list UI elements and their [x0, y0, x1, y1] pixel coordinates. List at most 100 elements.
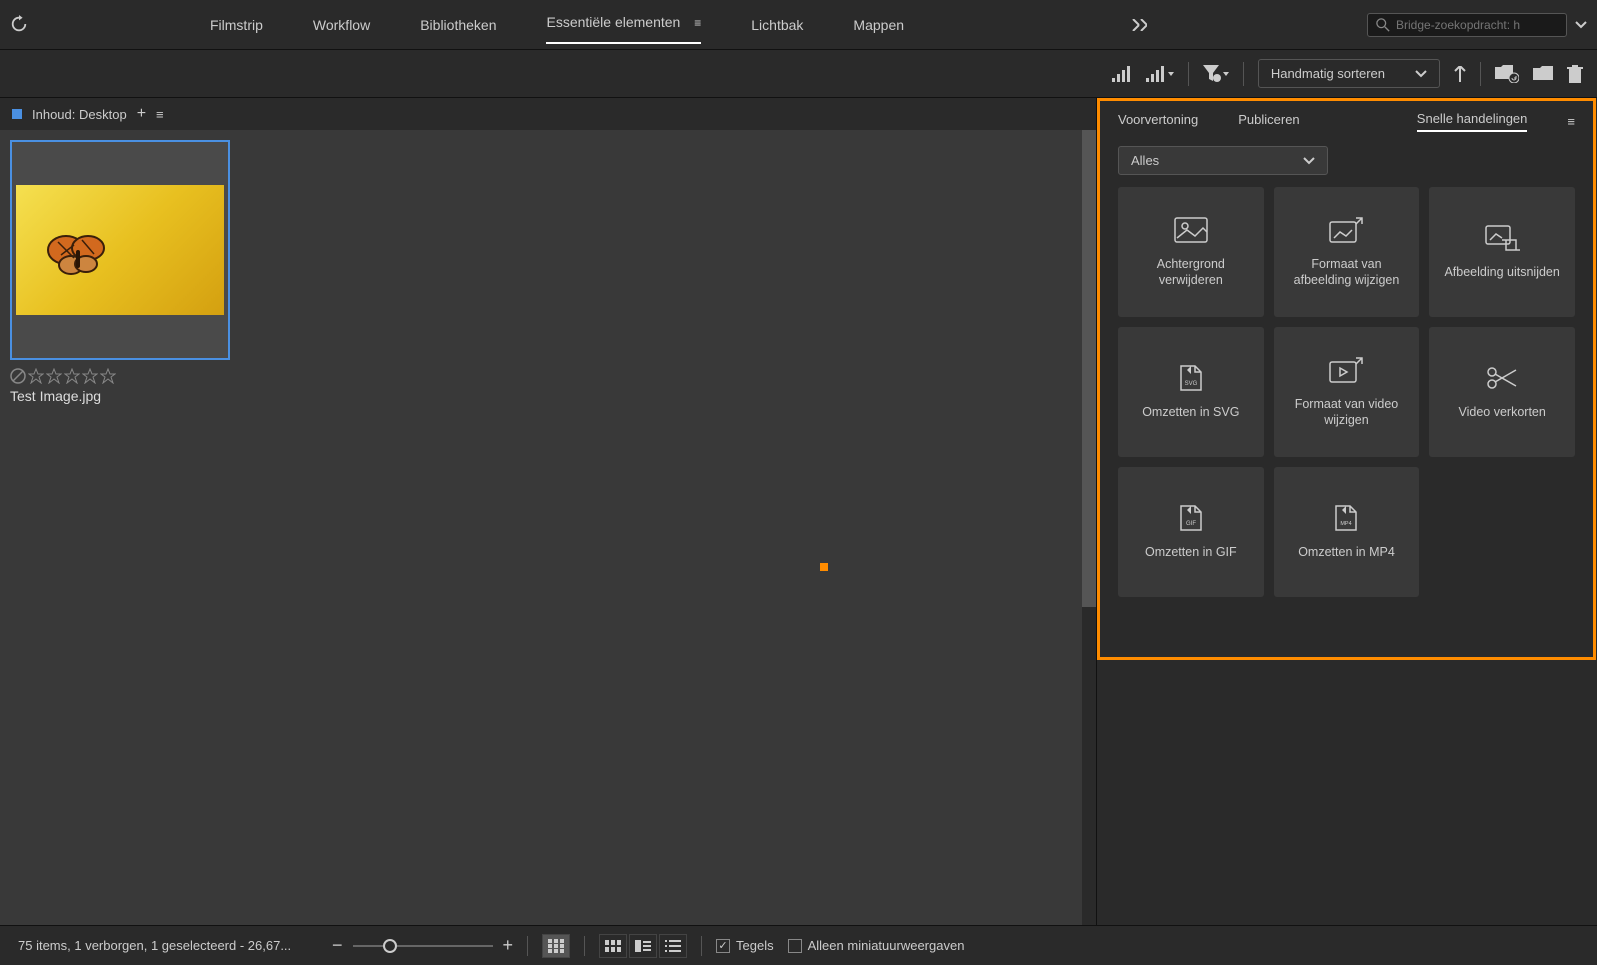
- star-icon[interactable]: [46, 368, 62, 384]
- thumbnail-frame: [10, 140, 230, 360]
- content-panel: Inhoud: Desktop + ≡: [0, 98, 1097, 925]
- search-icon: [1376, 18, 1390, 32]
- chevron-down-icon: [1303, 157, 1315, 165]
- tab-essentials-label: Essentiële elementen: [546, 14, 680, 30]
- footer-status: 75 items, 1 verborgen, 1 geselecteerd - …: [18, 938, 318, 953]
- tiles-label: Tegels: [736, 938, 774, 953]
- bg-remove-icon: [1173, 216, 1209, 244]
- svg-text:SVG: SVG: [1184, 381, 1197, 387]
- rating-filter-dropdown-icon[interactable]: [1146, 66, 1174, 82]
- expand-icon[interactable]: [1129, 19, 1147, 31]
- view-mode-buttons-2: [599, 934, 687, 958]
- checkbox-icon: [716, 939, 730, 953]
- zoom-in-icon[interactable]: +: [503, 935, 514, 956]
- trash-icon[interactable]: [1567, 65, 1583, 83]
- svg-text:MP4: MP4: [1341, 521, 1352, 527]
- action-remove-background[interactable]: Achtergrond verwijderen: [1118, 187, 1264, 317]
- side-panel-menu-icon[interactable]: ≡: [1567, 114, 1575, 129]
- divider: [584, 936, 585, 956]
- tab-publish[interactable]: Publiceren: [1238, 112, 1299, 131]
- tab-lightbox[interactable]: Lichtbak: [751, 9, 803, 41]
- chevron-down-icon: [1415, 70, 1427, 78]
- thumbnails-only-checkbox[interactable]: Alleen miniatuurweergaven: [788, 938, 965, 953]
- thumbnail-item[interactable]: Test Image.jpg: [10, 140, 230, 404]
- tab-menu-icon[interactable]: ≡: [694, 16, 701, 30]
- zoom-slider[interactable]: − +: [332, 935, 513, 956]
- tab-libraries[interactable]: Bibliotheken: [420, 9, 496, 41]
- img-resize-icon: [1328, 216, 1364, 244]
- view-mode-buttons: [542, 934, 570, 958]
- view-grid-icon[interactable]: [599, 934, 627, 958]
- action-resize-image[interactable]: Formaat van afbeelding wijzigen: [1274, 187, 1420, 317]
- quick-actions-highlight: Voorvertoning Publiceren Snelle handelin…: [1097, 98, 1596, 660]
- search-input[interactable]: [1396, 18, 1558, 32]
- rating-row[interactable]: [10, 368, 230, 384]
- star-icon[interactable]: [64, 368, 80, 384]
- tab-essentials[interactable]: Essentiële elementen ≡: [546, 6, 701, 44]
- tiles-checkbox[interactable]: Tegels: [716, 938, 774, 953]
- thumbnail-filename: Test Image.jpg: [10, 388, 230, 404]
- top-nav-bar: Filmstrip Workflow Bibliotheken Essentië…: [0, 0, 1597, 50]
- butterfly-graphic: [46, 230, 116, 280]
- star-icon[interactable]: [28, 368, 44, 384]
- slider-track[interactable]: [353, 945, 493, 947]
- to-mp4-icon: MP4: [1328, 504, 1364, 532]
- refresh-icon[interactable]: [10, 15, 30, 35]
- action-convert-gif[interactable]: GIF Omzetten in GIF: [1118, 467, 1264, 597]
- action-label: Afbeelding uitsnijden: [1444, 264, 1559, 280]
- tab-preview[interactable]: Voorvertoning: [1118, 112, 1198, 131]
- rating-filter-icon[interactable]: [1112, 66, 1132, 82]
- action-convert-svg[interactable]: SVG Omzetten in SVG: [1118, 327, 1264, 457]
- filter-icon[interactable]: [1203, 65, 1229, 83]
- side-tabs: Voorvertoning Publiceren Snelle handelin…: [1100, 101, 1593, 142]
- content-body[interactable]: Test Image.jpg: [0, 130, 1096, 925]
- open-folder-icon[interactable]: [1533, 66, 1553, 82]
- cancel-icon[interactable]: [10, 368, 26, 384]
- vid-resize-icon: [1328, 356, 1364, 384]
- marker: [820, 563, 828, 571]
- tab-quick-actions[interactable]: Snelle handelingen: [1417, 111, 1528, 132]
- search-wrap: [1367, 13, 1587, 37]
- content-header-label: Inhoud: Desktop: [32, 107, 127, 122]
- sort-dropdown[interactable]: Handmatig sorteren: [1258, 59, 1440, 88]
- slider-handle[interactable]: [383, 939, 397, 953]
- quick-actions-filter[interactable]: Alles: [1118, 146, 1328, 175]
- main-area: Inhoud: Desktop + ≡: [0, 98, 1597, 925]
- divider: [701, 936, 702, 956]
- sort-direction-icon[interactable]: [1454, 66, 1466, 82]
- filter-value: Alles: [1131, 153, 1159, 168]
- view-list-icon[interactable]: [659, 934, 687, 958]
- action-label: Formaat van afbeelding wijzigen: [1284, 256, 1410, 289]
- vid-trim-icon: [1484, 364, 1520, 392]
- scrollbar-handle[interactable]: [1082, 130, 1096, 607]
- add-icon[interactable]: +: [137, 105, 146, 123]
- zoom-out-icon[interactable]: −: [332, 935, 343, 956]
- thumbnails-only-label: Alleen miniatuurweergaven: [808, 938, 965, 953]
- action-resize-video[interactable]: Formaat van video wijzigen: [1274, 327, 1420, 457]
- quick-actions-grid: Achtergrond verwijderen Formaat van afbe…: [1100, 187, 1593, 597]
- search-dropdown-icon[interactable]: [1575, 21, 1587, 29]
- checkbox-icon: [788, 939, 802, 953]
- search-box[interactable]: [1367, 13, 1567, 37]
- view-grid-locked-icon[interactable]: [542, 934, 570, 958]
- star-icon[interactable]: [100, 368, 116, 384]
- action-label: Achtergrond verwijderen: [1128, 256, 1254, 289]
- divider: [1480, 62, 1481, 86]
- action-convert-mp4[interactable]: MP4 Omzetten in MP4: [1274, 467, 1420, 597]
- view-details-icon[interactable]: [629, 934, 657, 958]
- tab-folders[interactable]: Mappen: [853, 9, 904, 41]
- panel-menu-icon[interactable]: ≡: [156, 107, 164, 122]
- divider: [1188, 62, 1189, 86]
- action-trim-video[interactable]: Video verkorten: [1429, 327, 1575, 457]
- sort-label: Handmatig sorteren: [1271, 66, 1385, 81]
- divider: [1243, 62, 1244, 86]
- to-gif-icon: GIF: [1173, 504, 1209, 532]
- scrollbar[interactable]: [1082, 130, 1096, 925]
- img-crop-icon: [1484, 224, 1520, 252]
- tab-filmstrip[interactable]: Filmstrip: [210, 9, 263, 41]
- new-folder-icon[interactable]: [1495, 65, 1519, 83]
- action-crop-image[interactable]: Afbeelding uitsnijden: [1429, 187, 1575, 317]
- tab-workflow[interactable]: Workflow: [313, 9, 370, 41]
- svg-text:GIF: GIF: [1186, 521, 1196, 527]
- star-icon[interactable]: [82, 368, 98, 384]
